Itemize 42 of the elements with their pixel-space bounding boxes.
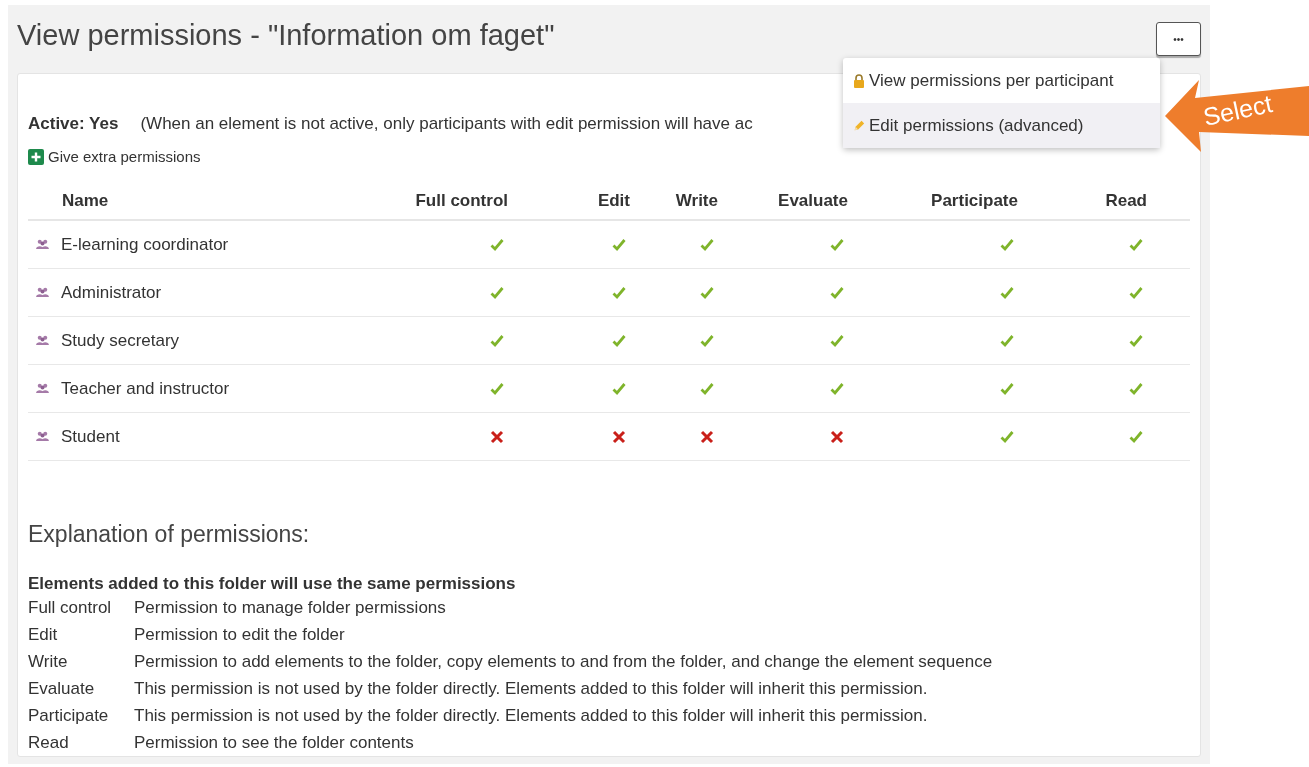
column-header: Write [674, 191, 719, 211]
menu-item[interactable]: Edit permissions (advanced) [843, 103, 1160, 148]
permission-description: This permission is not used by the folder directly. Elements added to this folder will inherit this permission. [134, 678, 928, 699]
group-icon [36, 431, 49, 442]
role-name: E-learning coordinator [61, 234, 229, 255]
give-permissions-link[interactable]: Give extra permissions [28, 148, 201, 165]
page-title: View permissions - "Information om faget" [17, 19, 555, 52]
explanation-subheading: Elements added to this folder will use the same permissions [28, 574, 517, 594]
role-name: Student [61, 426, 120, 447]
permission-term: Evaluate [28, 678, 96, 699]
more-button[interactable]: ••• [1156, 22, 1201, 56]
permission-term: Participate [28, 705, 110, 726]
plus-icon [28, 148, 44, 165]
role-name: Study secretary [61, 330, 180, 351]
column-header: Read [1104, 191, 1148, 211]
role-name: Administrator [61, 282, 162, 303]
permission-description: Permission to manage folder permissions [134, 597, 446, 618]
column-header: Evaluate [777, 191, 849, 211]
permission-term: Read [28, 732, 70, 753]
group-icon [36, 383, 49, 394]
group-icon [36, 287, 49, 298]
permission-description: This permission is not used by the folder directly. Elements added to this folder will inherit this permission. [134, 705, 928, 726]
section-heading: Explanation of permissions: [28, 521, 311, 548]
callout-label: Select [1200, 89, 1275, 132]
menu-item[interactable]: View permissions per participant [843, 58, 1160, 103]
column-header: Full control [414, 191, 509, 211]
column-header: Name [61, 191, 110, 211]
column-header: Participate [930, 191, 1019, 211]
permission-term: Full control [28, 597, 113, 618]
permission-term: Write [28, 651, 69, 672]
role-name: Teacher and instructor [61, 378, 230, 399]
permission-description: Permission to edit the folder [134, 624, 345, 645]
active-status: Active: Yes [28, 114, 119, 134]
lock-icon [853, 73, 865, 88]
group-icon [36, 335, 49, 346]
permission-term: Edit [28, 624, 59, 645]
pencil-icon [853, 118, 865, 133]
permission-description: Permission to add elements to the folder, copy elements to and from the folder, and change the element sequence [134, 651, 993, 672]
column-header: Edit [596, 191, 631, 211]
group-icon [36, 239, 49, 250]
permission-description: Permission to see the folder contents [134, 732, 414, 753]
active-note: (When an element is not active, only participants with edit permission will have ac [140, 114, 753, 134]
